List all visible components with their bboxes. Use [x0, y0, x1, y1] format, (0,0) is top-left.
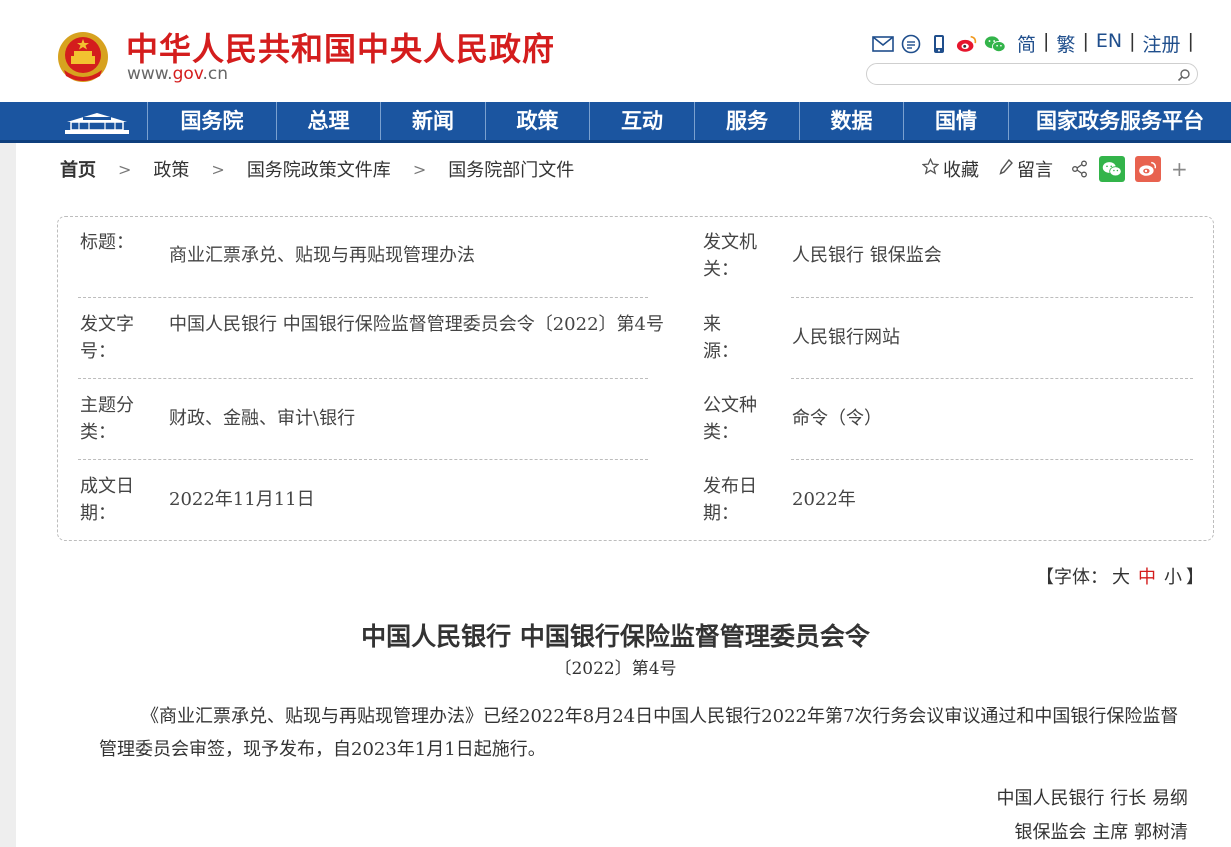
weibo-icon[interactable]: [956, 33, 978, 55]
lang-separator: |: [1043, 30, 1050, 52]
document-paragraph: 《商业汇票承兑、贴现与再贴现管理办法》已经2022年8月24日中国人民银行202…: [99, 706, 1179, 760]
share-icon[interactable]: [1071, 160, 1089, 178]
lang-separator: |: [1082, 30, 1089, 52]
breadcrumb: 首页 > 政策 > 国务院政策文件库 > 国务院部门文件: [60, 156, 574, 182]
font-size-small[interactable]: 小: [1164, 567, 1182, 588]
message-icon[interactable]: [900, 33, 922, 55]
nav-item-news[interactable]: 新闻: [380, 102, 485, 140]
nav-item-policy[interactable]: 政策: [485, 102, 589, 140]
main-nav: 国务院 总理 新闻 政策 互动 服务 数据 国情 国家政务服务平台: [0, 102, 1231, 143]
more-share-button[interactable]: +: [1171, 157, 1188, 181]
mobile-icon[interactable]: [928, 33, 950, 55]
search-box: [866, 63, 1198, 85]
search-icon[interactable]: [1177, 67, 1191, 82]
document-info-table: 标题： 商业汇票承兑、贴现与再贴现管理办法 发文机关： 人民银行 银保监会 发文…: [57, 216, 1214, 541]
value-source: 人民银行网站: [792, 327, 900, 348]
nav-item-services[interactable]: 服务: [694, 102, 799, 140]
label-title: 标题：: [80, 232, 134, 253]
site-url-prefix: www.: [127, 64, 173, 84]
nav-item-data[interactable]: 数据: [799, 102, 903, 140]
nav-item-interaction[interactable]: 互动: [589, 102, 694, 140]
breadcrumb-policy-library[interactable]: 国务院政策文件库: [247, 156, 391, 182]
font-size-close: 】: [1186, 567, 1204, 588]
label-document-type: 公文种类：: [703, 395, 757, 443]
comment-label: 留言: [1017, 160, 1053, 181]
info-row: 发文字号： 中国人民银行 中国银行保险监督管理委员会令〔2022〕第4号 来源：…: [58, 298, 1213, 379]
info-row: 成文日期： 2022年11月11日 发布日期： 2022年: [58, 460, 1213, 541]
value-issuing-authority: 人民银行 银保监会: [792, 245, 942, 266]
info-row: 标题： 商业汇票承兑、贴现与再贴现管理办法 发文机关： 人民银行 银保监会: [58, 217, 1213, 298]
left-gutter: [0, 143, 16, 847]
top-icon-bar: [872, 32, 1006, 56]
label-issuing-authority: 发文机关：: [703, 232, 757, 280]
comment-button[interactable]: 留言: [999, 156, 1053, 182]
breadcrumb-policy[interactable]: 政策: [153, 156, 189, 182]
chevron-right-icon: >: [211, 159, 225, 179]
font-size-open: 【字体：: [1036, 567, 1108, 588]
value-document-type: 命令（令）: [792, 408, 882, 429]
breadcrumb-home[interactable]: 首页: [60, 156, 96, 182]
lang-english-link[interactable]: EN: [1096, 30, 1122, 57]
value-written-date: 2022年11月11日: [169, 489, 315, 510]
lang-separator: |: [1129, 30, 1136, 52]
site-url-suffix: .cn: [202, 64, 229, 84]
document-number: 〔2022〕第4号: [554, 659, 677, 679]
nav-home-gate-icon[interactable]: [48, 105, 146, 139]
signature-pboc: 中国人民银行 行长 易纲: [996, 788, 1188, 809]
page-tools: 收藏 留言 +: [921, 155, 1188, 183]
value-subject-category: 财政、金融、审计\银行: [169, 408, 356, 429]
font-size-large[interactable]: 大: [1112, 567, 1130, 588]
lang-traditional-link[interactable]: 繁: [1056, 30, 1075, 57]
nav-item-state-council[interactable]: 国务院: [147, 102, 276, 140]
label-source: 来源：: [703, 314, 739, 362]
share-weibo-icon[interactable]: [1135, 156, 1161, 182]
register-link[interactable]: 注册: [1142, 30, 1180, 57]
label-subject-category: 主题分类：: [80, 395, 134, 443]
value-document-number: 中国人民银行 中国银行保险监督管理委员会令〔2022〕第4号: [169, 314, 664, 335]
breadcrumb-department-docs[interactable]: 国务院部门文件: [448, 156, 574, 182]
nav-item-premier[interactable]: 总理: [276, 102, 380, 140]
font-size-control: 【字体：大中小】: [1036, 563, 1204, 589]
nav-item-service-platform[interactable]: 国家政务服务平台: [1008, 102, 1231, 140]
favorite-label: 收藏: [943, 160, 979, 181]
site-url[interactable]: www.gov.cn: [127, 64, 228, 84]
star-icon: [921, 157, 940, 180]
mail-icon[interactable]: [872, 33, 894, 55]
site-header: 中华人民共和国中央人民政府 www.gov.cn 简 | 繁 | EN | 注册 |: [0, 0, 1231, 102]
pencil-icon: [999, 158, 1013, 180]
lang-simplified-link[interactable]: 简: [1017, 30, 1036, 57]
favorite-button[interactable]: 收藏: [921, 156, 979, 182]
info-row: 主题分类： 财政、金融、审计\银行 公文种类： 命令（令）: [58, 379, 1213, 460]
search-input[interactable]: [877, 66, 1171, 84]
font-size-medium[interactable]: 中: [1138, 567, 1156, 588]
chevron-right-icon: >: [118, 159, 132, 179]
chevron-right-icon: >: [412, 159, 427, 179]
nav-item-national-info[interactable]: 国情: [903, 102, 1008, 140]
wechat-icon[interactable]: [984, 33, 1006, 55]
label-document-number: 发文字号：: [80, 314, 134, 362]
language-links: 简 | 繁 | EN | 注册 |: [1017, 30, 1201, 57]
document-title: 中国人民银行 中国银行保险监督管理委员会令: [361, 622, 870, 651]
label-written-date: 成文日期：: [80, 476, 134, 524]
value-title: 商业汇票承兑、贴现与再贴现管理办法: [169, 245, 475, 266]
site-url-brand: gov: [172, 64, 203, 84]
share-wechat-icon[interactable]: [1099, 156, 1125, 182]
label-publish-date: 发布日期：: [703, 476, 757, 524]
lang-separator: |: [1187, 30, 1194, 52]
national-emblem-icon[interactable]: [56, 30, 110, 84]
signature-cbirc: 银保监会 主席 郭树清: [1014, 822, 1188, 843]
value-publish-date: 2022年: [792, 489, 856, 510]
